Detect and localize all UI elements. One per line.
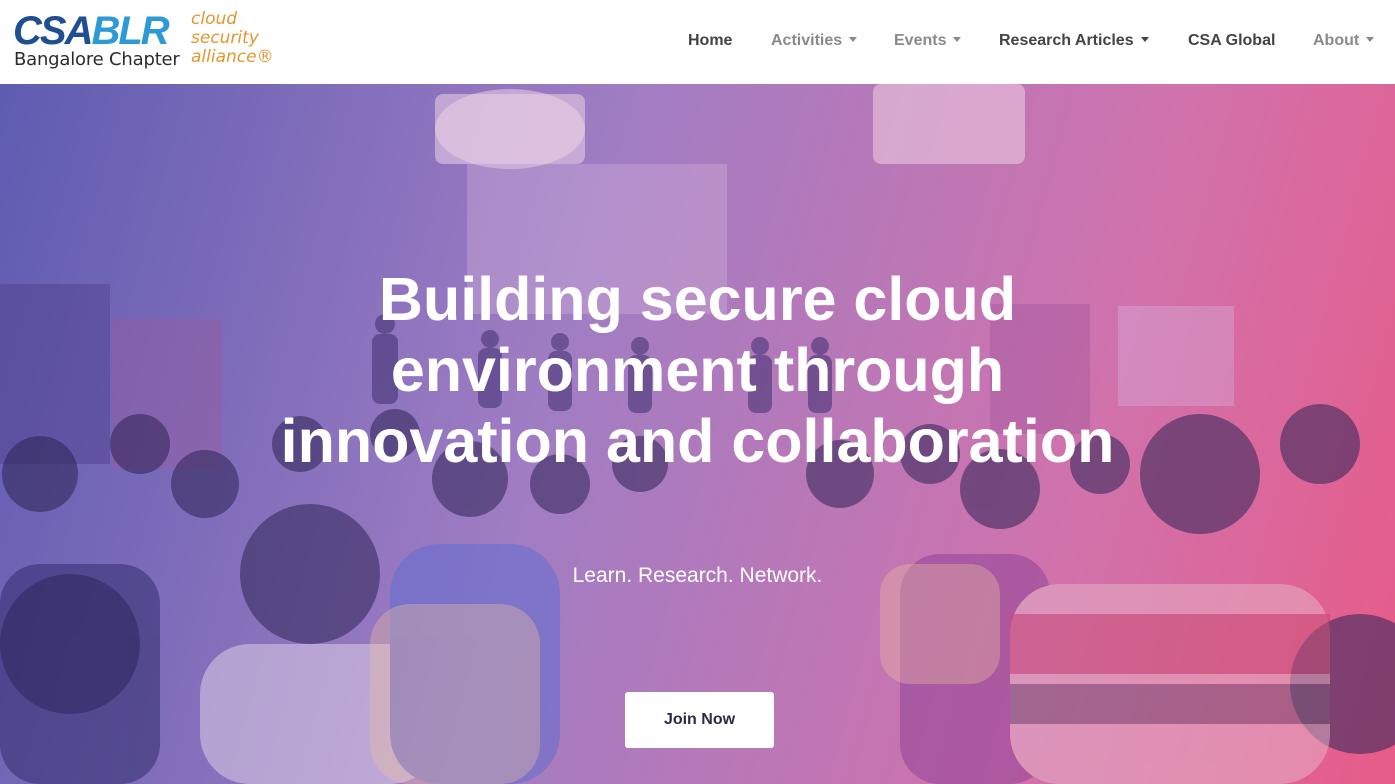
logo-wordmark: CSABLR [13,9,170,53]
top-navbar: CSABLR Bangalore Chapter cloud security … [0,0,1395,84]
nav-events[interactable]: Events [894,31,962,51]
nav-about[interactable]: About [1313,31,1375,51]
nav-csa-global[interactable]: CSA Global [1188,31,1275,51]
hero-subheading: Learn. Research. Network. [572,564,823,587]
chevron-down-icon [1140,37,1149,42]
chevron-down-icon [953,37,962,42]
logo-alliance-text: cloud security alliance® [191,9,274,67]
nav-research-articles[interactable]: Research Articles [999,31,1149,51]
chevron-down-icon [1366,37,1375,42]
chevron-down-icon [849,37,858,42]
nav-home[interactable]: Home [688,31,732,51]
hero-section: Building secure cloud environment throug… [0,84,1395,784]
nav-activities[interactable]: Activities [771,31,858,51]
join-now-button[interactable]: Join Now [625,692,774,748]
logo-chapter-text: Bangalore Chapter [14,49,180,70]
hero-heading: Building secure cloud environment throug… [280,265,1115,475]
site-logo[interactable]: CSABLR Bangalore Chapter cloud security … [13,9,274,75]
